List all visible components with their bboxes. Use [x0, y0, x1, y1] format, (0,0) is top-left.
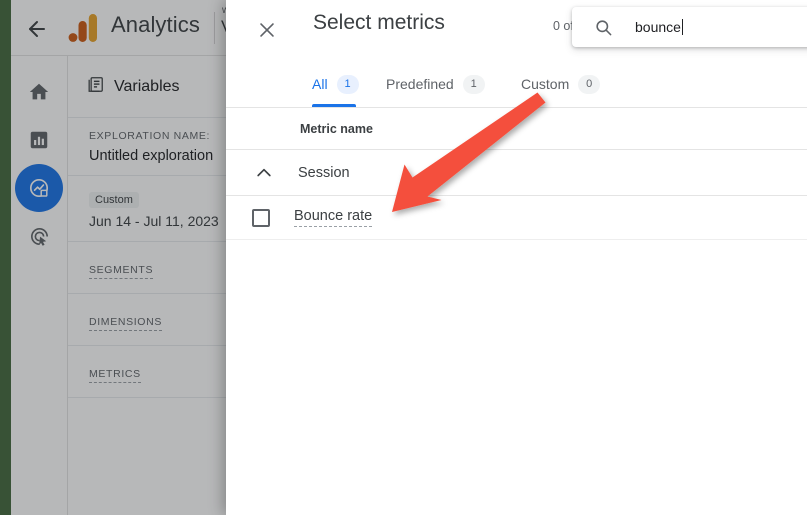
rail-item-reports[interactable] [15, 116, 63, 164]
date-range-value: Jun 14 - Jul 11, 2023 [89, 213, 219, 229]
metric-tabs: All 1 Predefined 1 Custom 0 [226, 60, 807, 108]
metric-group-session[interactable]: Session [226, 150, 807, 196]
search-input-value: bounce [635, 19, 681, 35]
google-analytics-logo [68, 14, 98, 42]
variables-panel-header: Variables [68, 56, 228, 118]
search-icon [594, 18, 613, 37]
metric-checkbox[interactable] [252, 208, 270, 227]
rail-item-home[interactable] [15, 68, 63, 116]
app-root: Analytics w V [0, 0, 807, 515]
chevron-up-icon[interactable] [252, 161, 276, 185]
variables-panel-empty-area [68, 398, 228, 515]
active-tab-indicator [312, 104, 356, 107]
tab-predefined-badge: 1 [462, 74, 485, 94]
metrics-section[interactable]: METRICS [68, 346, 228, 398]
segments-label: SEGMENTS [89, 264, 154, 279]
metric-row-label: Bounce rate [294, 208, 373, 227]
variables-panel-title: Variables [114, 77, 180, 95]
topbar-divider [214, 12, 215, 44]
metrics-label: METRICS [89, 368, 141, 383]
exploration-name-block[interactable]: EXPLORATION NAME: Untitled exploration [68, 118, 228, 176]
rail-item-advertising[interactable] [15, 212, 63, 260]
column-header-metric-name: Metric name [300, 121, 373, 136]
back-arrow-icon[interactable] [25, 17, 49, 41]
table-row[interactable]: Bounce rate [226, 196, 807, 240]
tab-predefined-label: Predefined [386, 76, 454, 92]
segments-section[interactable]: SEGMENTS [68, 242, 228, 294]
brand-edge-strip [0, 0, 11, 515]
variables-panel: Variables EXPLORATION NAME: Untitled exp… [68, 56, 228, 515]
tab-all[interactable]: All 1 [312, 60, 359, 108]
exploration-name-value: Untitled exploration [89, 148, 214, 164]
select-metrics-dialog: Select metrics 0 of 163 selected bounce … [226, 0, 807, 515]
search-input[interactable]: bounce [635, 19, 683, 35]
rail-item-explore[interactable] [15, 164, 63, 212]
close-icon[interactable] [252, 15, 282, 45]
tab-custom-badge: 0 [578, 74, 601, 94]
text-caret [681, 19, 683, 35]
date-range-chip: Custom [89, 192, 139, 208]
variables-icon [86, 75, 105, 99]
search-field[interactable]: bounce [572, 7, 807, 47]
app-title: Analytics [111, 12, 200, 37]
metric-group-label: Session [298, 164, 350, 181]
dimensions-label: DIMENSIONS [89, 316, 163, 331]
tab-custom[interactable]: Custom 0 [521, 60, 601, 108]
exploration-name-label: EXPLORATION NAME: [89, 130, 211, 142]
table-column-header: Metric name [226, 108, 807, 150]
tab-predefined[interactable]: Predefined 1 [386, 60, 485, 108]
dialog-title: Select metrics [313, 11, 445, 34]
nav-rail [11, 56, 68, 515]
dimensions-section[interactable]: DIMENSIONS [68, 294, 228, 346]
dialog-header: Select metrics 0 of 163 selected bounce [226, 0, 807, 60]
date-range-block[interactable]: Custom Jun 14 - Jul 11, 2023 [68, 176, 228, 242]
tab-all-badge: 1 [336, 74, 359, 94]
tab-all-label: All [312, 76, 328, 92]
tab-custom-label: Custom [521, 76, 570, 92]
